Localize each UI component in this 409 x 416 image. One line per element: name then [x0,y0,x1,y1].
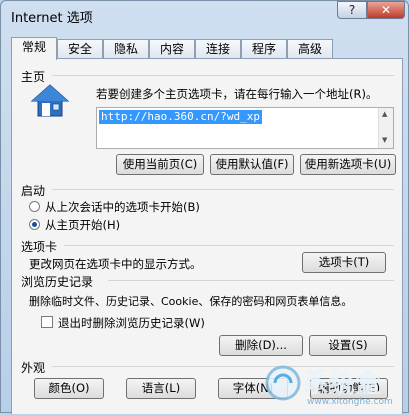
use-default-button[interactable]: 使用默认值(F) [210,154,294,175]
tab-content[interactable]: 内容 [149,39,195,59]
homepage-divider [52,75,394,76]
delete-on-exit-label[interactable]: 退出时删除浏览历史记录(W) [58,315,205,331]
tab-connections[interactable]: 连接 [195,39,241,59]
scroll-down-icon[interactable]: ▼ [382,136,387,144]
textarea-scrollbar[interactable]: ▲ ▼ [378,108,393,148]
watermark: 系统盒 www.xitonghe.com [263,353,409,413]
tab-security[interactable]: 安全 [57,39,103,59]
appearance-section-label: 外观 [21,361,46,375]
homepage-instruction: 若要创建多个主页选项卡，请在每行输入一个地址(R)。 [96,87,378,101]
tabs-divider [64,245,394,246]
tabs-section-label: 选项卡 [21,240,58,254]
help-button[interactable]: ? [337,1,367,19]
use-new-tab-button[interactable]: 使用新选项卡(U) [300,154,396,175]
use-current-button[interactable]: 使用当前页(C) [116,154,204,175]
radio-homepage-label[interactable]: 从主页开始(H) [45,217,120,233]
startup-section-label: 启动 [21,184,46,198]
tab-general[interactable]: 常规 [11,37,57,60]
radio-last-session-label[interactable]: 从上次会话中的选项卡开始(B) [45,199,200,215]
colors-button[interactable]: 颜色(O) [34,378,104,399]
tab-privacy[interactable]: 隐私 [103,39,149,59]
tabs-button[interactable]: 选项卡(T) [302,252,386,273]
tab-programs[interactable]: 程序 [241,39,287,59]
watermark-url: www.xitonghe.com [307,397,393,407]
history-section-label: 浏览历史记录 [21,275,94,289]
scroll-up-icon[interactable]: ▲ [382,110,387,118]
watermark-text: 系统盒 [303,369,382,399]
languages-button[interactable]: 语言(L) [126,378,196,399]
title-bar[interactable]: Internet 选项 ? ✕ [1,1,408,31]
tab-advanced[interactable]: 高级 [287,39,333,59]
internet-options-window: Internet 选项 ? ✕ 常规 安全 隐私 内容 连接 程序 高级 主页 … [0,0,409,414]
window-title: Internet 选项 [11,11,93,26]
radio-homepage[interactable] [29,219,40,230]
home-icon [30,83,70,119]
delete-on-exit-checkbox[interactable] [41,316,53,328]
tabs-description: 更改网页在选项卡中的显示方式。 [29,257,202,271]
history-divider [108,280,394,281]
startup-divider [52,189,394,190]
radio-last-session[interactable] [29,201,40,212]
homepage-url-text: http://hao.360.cn/?wd_xp [99,110,262,124]
history-description: 删除临时文件、历史记录、Cookie、保存的密码和网页表单信息。 [29,295,353,308]
close-button[interactable]: ✕ [367,1,405,19]
homepage-url-textarea[interactable]: http://hao.360.cn/?wd_xp ▲ ▼ [96,107,394,149]
